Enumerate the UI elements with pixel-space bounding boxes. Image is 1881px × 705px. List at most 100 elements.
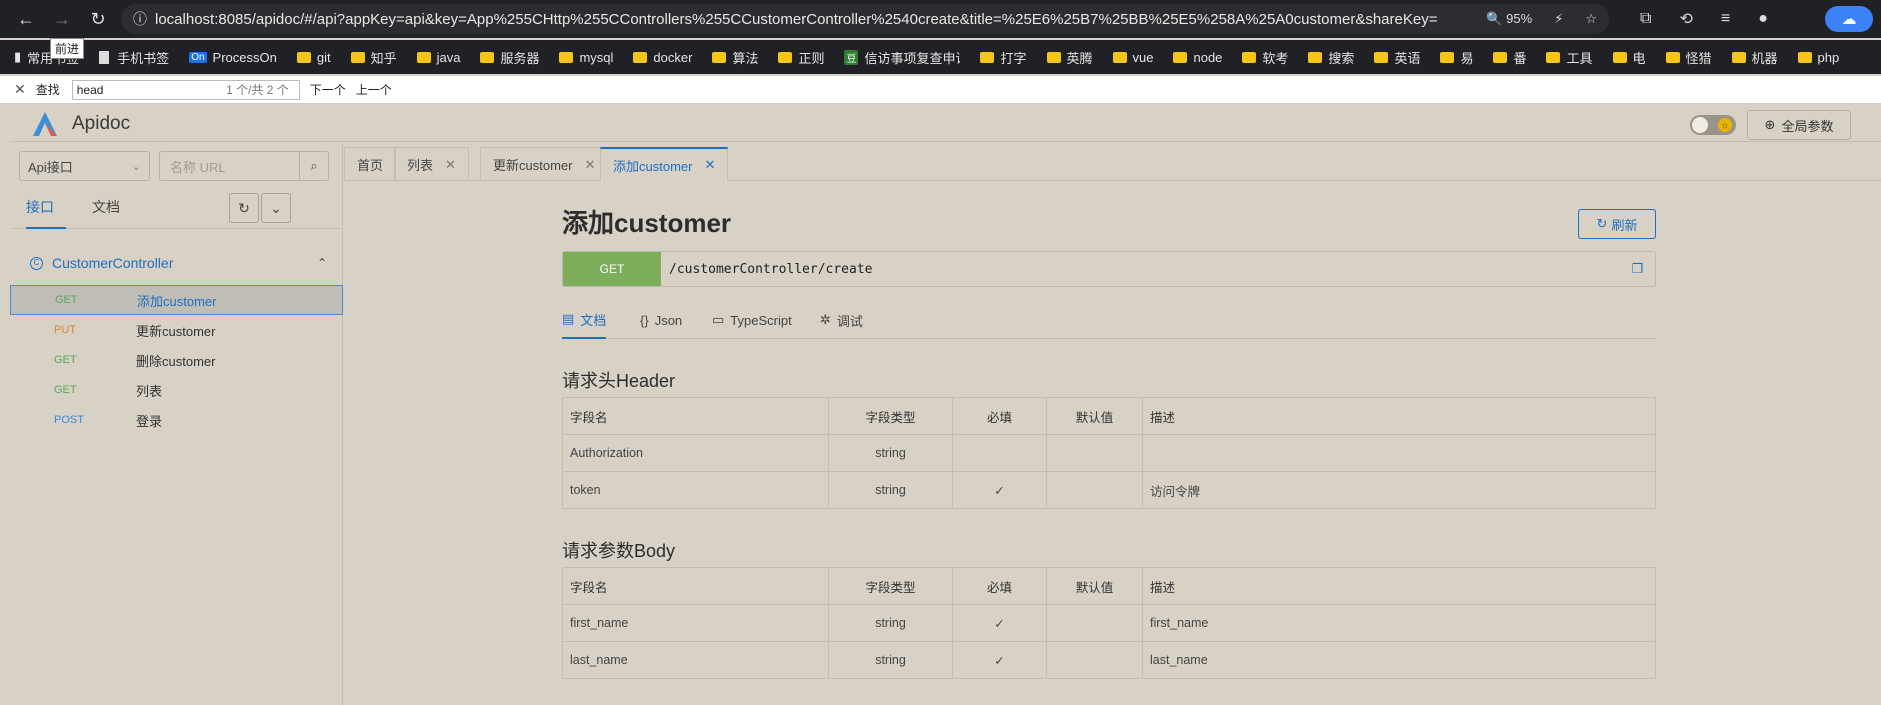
bookmark-item[interactable]: On ProcessOn xyxy=(189,50,277,65)
find-label: 查找 xyxy=(35,83,60,97)
api-type-select[interactable]: Api接口 ⌄ xyxy=(19,151,150,181)
find-next-button[interactable]: 下一个 xyxy=(310,81,346,98)
api-item[interactable]: GET 列表 xyxy=(10,375,343,405)
extensions-icon[interactable]: ⧉ xyxy=(1640,10,1651,28)
body-section-title: 请求参数Body xyxy=(562,541,676,561)
tab-update-customer[interactable]: 更新customer ✕ xyxy=(480,147,609,181)
bookmark-item[interactable]: 手机书签 xyxy=(99,48,169,67)
history-icon[interactable]: ⟲ xyxy=(1679,9,1692,29)
forward-button[interactable]: → xyxy=(44,0,80,38)
folder-icon xyxy=(1374,51,1389,63)
table-row: Authorization string xyxy=(562,434,1656,472)
bookmark-folder[interactable]: node xyxy=(1173,50,1222,65)
bookmark-folder[interactable]: 英腾 xyxy=(1046,48,1093,67)
copy-icon[interactable]: ❐ xyxy=(1631,261,1643,277)
find-input[interactable]: head 1 个/共 2 个 xyxy=(71,79,300,100)
field-type: string xyxy=(828,471,953,509)
bookmark-folder[interactable]: 搜索 xyxy=(1308,48,1354,67)
table-header-row: 字段名 字段类型 必填 默认值 描述 xyxy=(562,397,1656,435)
folder-icon xyxy=(559,51,574,63)
info-icon[interactable]: ⓘ xyxy=(133,9,147,29)
search-button[interactable]: ⌕ xyxy=(299,151,329,181)
theme-toggle[interactable]: ☼ xyxy=(1690,115,1736,135)
bookmark-folder[interactable]: php xyxy=(1797,50,1839,65)
find-query[interactable]: head xyxy=(77,83,104,97)
zoom-indicator[interactable]: 🔍 95% xyxy=(1486,11,1532,27)
reload-button[interactable]: ↻ xyxy=(80,0,116,38)
bookmark-folder[interactable]: git xyxy=(296,50,331,65)
bookmark-folder[interactable]: 打字 xyxy=(980,48,1027,67)
lightning-icon[interactable]: ⚡ xyxy=(1554,11,1563,27)
bookmark-folder[interactable]: 算法 xyxy=(712,48,758,67)
tab-list[interactable]: 列表 ✕ xyxy=(394,147,469,181)
bookmark-folder[interactable]: 软考 xyxy=(1242,48,1288,67)
search-input[interactable]: 名称 URL xyxy=(159,151,300,181)
endpoint-row: GET /customerController/create ❐ xyxy=(562,251,1656,287)
bookmark-folder[interactable]: 怪猎 xyxy=(1665,48,1712,67)
bookmark-folder[interactable]: 易 xyxy=(1440,48,1473,67)
folder-icon xyxy=(1731,51,1746,63)
bookmark-folder[interactable]: vue xyxy=(1112,50,1153,65)
api-item[interactable]: GET 删除customer xyxy=(10,345,343,375)
bookmark-folder[interactable]: 知乎 xyxy=(350,48,397,67)
close-icon[interactable]: ✕ xyxy=(704,157,715,173)
table-row: token string ✓ 访问令牌 xyxy=(562,471,1656,509)
field-default xyxy=(1046,471,1143,509)
tab-typescript[interactable]: ▭ TypeScript xyxy=(712,301,792,339)
close-icon[interactable]: ✕ xyxy=(584,157,595,173)
star-icon[interactable]: ☆ xyxy=(1585,11,1597,27)
api-item[interactable]: PUT 更新customer xyxy=(10,315,343,345)
check-icon: ✓ xyxy=(952,604,1047,642)
bookmark-folder[interactable]: java xyxy=(416,50,460,65)
api-item[interactable]: GET 添加customer xyxy=(10,285,343,315)
folder-icon xyxy=(1797,51,1812,63)
menu-icon[interactable]: ≡ xyxy=(1721,10,1730,28)
browser-toolbar: ← → ↻ ⓘ localhost:8085/apidoc/#/api?appK… xyxy=(0,0,1881,38)
reload-tree-button[interactable]: ↻ xyxy=(229,193,259,223)
global-params-button[interactable]: ⊕ 全局参数 xyxy=(1747,110,1851,140)
chevron-down-icon: ⌄ xyxy=(270,199,282,216)
address-bar[interactable]: ⓘ localhost:8085/apidoc/#/api?appKey=api… xyxy=(121,4,1609,34)
column-header: 默认值 xyxy=(1046,397,1143,435)
bookmark-folder[interactable]: docker xyxy=(633,50,692,65)
tab-add-customer[interactable]: 添加customer ✕ xyxy=(600,147,729,181)
refresh-icon: ↻ xyxy=(238,199,250,216)
column-header: 字段类型 xyxy=(828,567,953,605)
collapse-all-button[interactable]: ⌄ xyxy=(261,193,291,223)
cloud-icon[interactable]: ☁ xyxy=(1825,6,1873,32)
bookmark-item[interactable]: 豆信访事项复查申请 xyxy=(844,48,960,67)
folder-icon xyxy=(1612,51,1627,63)
table-header-row: 字段名 字段类型 必填 默认值 描述 xyxy=(562,567,1656,605)
url-text[interactable]: localhost:8085/apidoc/#/api?appKey=api&k… xyxy=(155,11,1437,28)
tab-api[interactable]: 接口 xyxy=(26,189,66,229)
bookmark-folder[interactable]: mysql xyxy=(559,50,613,65)
bookmark-folder[interactable]: 工具 xyxy=(1546,48,1593,67)
column-header: 描述 xyxy=(1142,397,1656,435)
page-tabs: 首页 列表 ✕ 更新customer ✕ 添加customer ✕ xyxy=(344,143,1881,181)
bookmark-icon: ▮ xyxy=(14,49,22,64)
back-button[interactable]: ← xyxy=(8,0,44,38)
controller-group[interactable]: C CustomerController ⌃ xyxy=(10,241,343,285)
folder-icon xyxy=(1173,51,1188,63)
bookmark-folder[interactable]: 英语 xyxy=(1374,48,1420,67)
bookmark-folder[interactable]: 正则 xyxy=(778,48,824,67)
bookmark-folder[interactable]: 番 xyxy=(1493,48,1526,67)
close-icon[interactable]: ✕ xyxy=(445,157,456,173)
field-name: last_name xyxy=(562,641,829,679)
method-badge: PUT xyxy=(54,324,76,336)
tab-doc[interactable]: ▤ 文档 xyxy=(562,301,607,339)
tab-docs[interactable]: 文档 xyxy=(92,189,120,229)
tab-json[interactable]: {} Json xyxy=(640,301,682,339)
column-header: 字段名 xyxy=(562,567,829,605)
tab-debug[interactable]: ✲ 调试 xyxy=(820,301,863,339)
find-prev-button[interactable]: 上一个 xyxy=(356,81,392,98)
profile-avatar[interactable]: ● xyxy=(1758,10,1768,28)
bookmark-folder[interactable]: 机器 xyxy=(1731,48,1778,67)
bookmark-folder[interactable]: 电 xyxy=(1612,48,1646,67)
close-icon[interactable]: ✕ xyxy=(14,81,26,98)
refresh-button[interactable]: ↻ 刷新 xyxy=(1578,209,1656,239)
api-item[interactable]: POST 登录 xyxy=(10,405,343,435)
controller-name: CustomerController xyxy=(52,255,174,271)
bookmark-folder[interactable]: 服务器 xyxy=(480,48,539,67)
tab-home[interactable]: 首页 xyxy=(344,147,397,181)
